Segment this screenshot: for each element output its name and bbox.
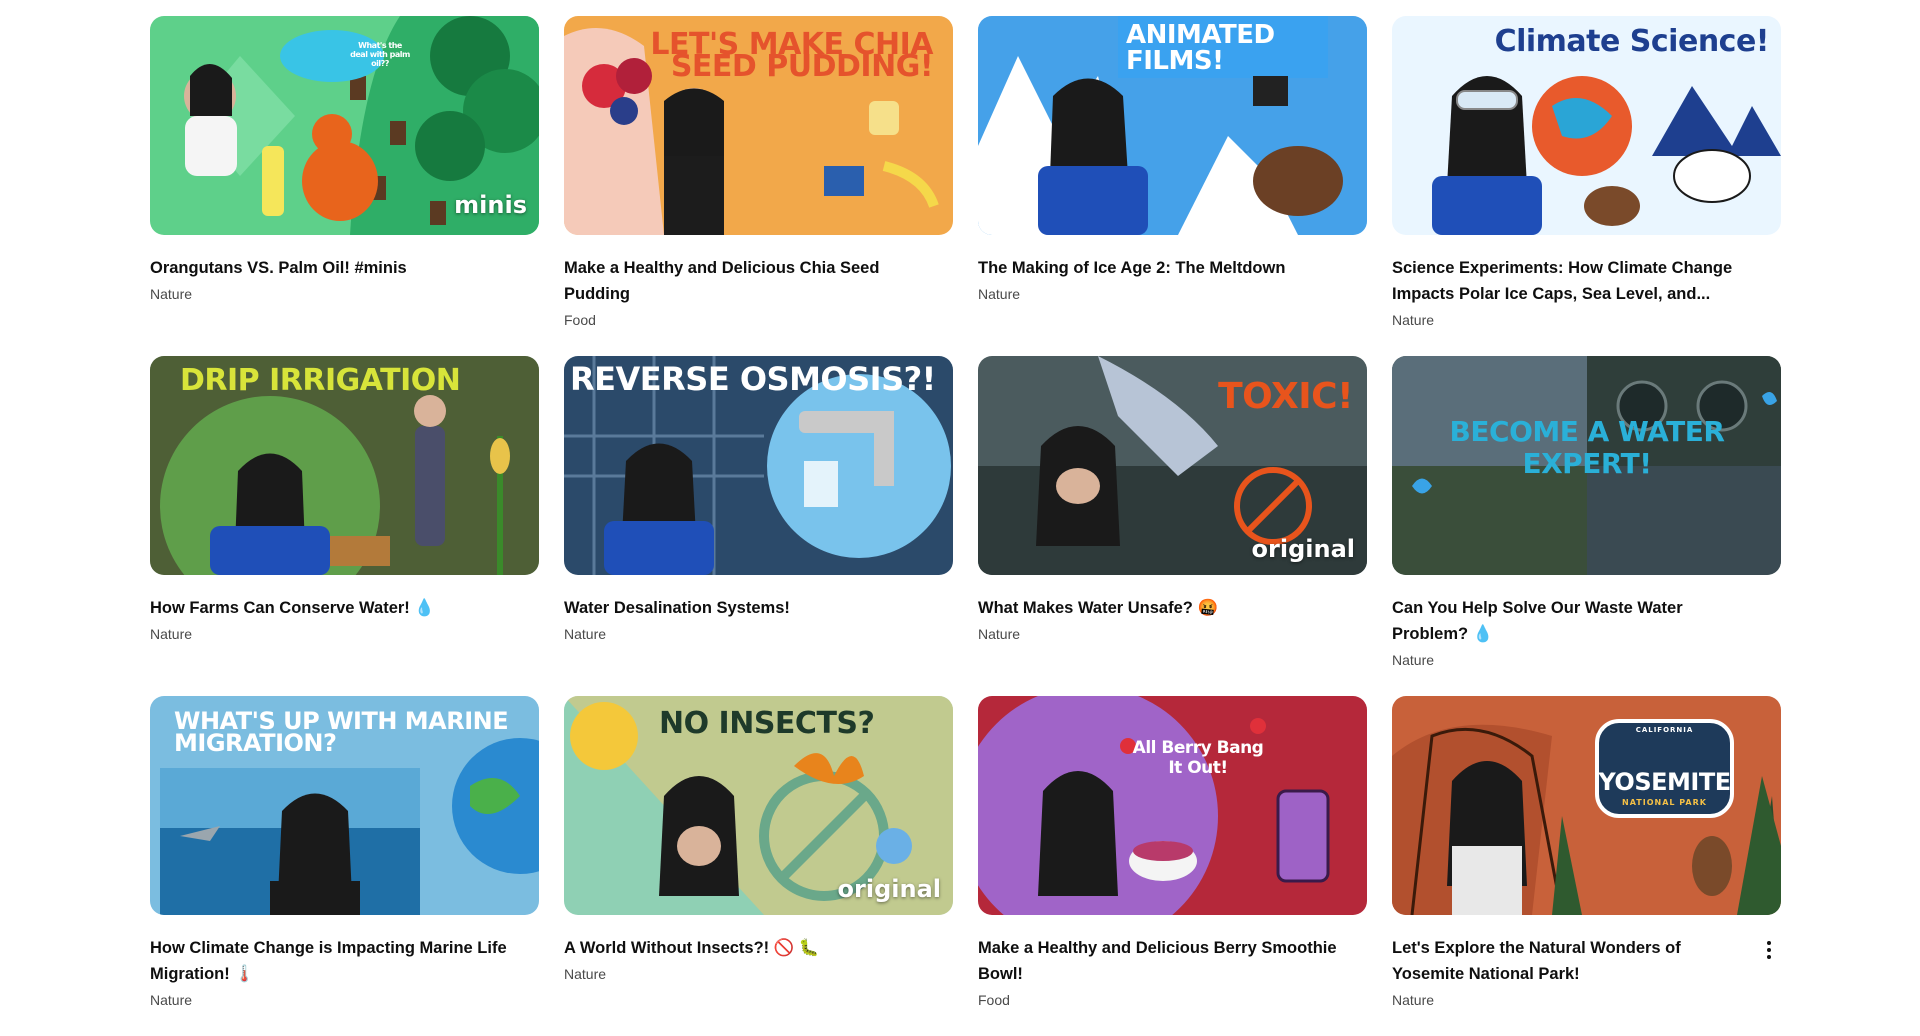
- thumbnail-badge-arc: CALIFORNIA: [1635, 726, 1694, 734]
- thumbnail-headline: Climate Science!: [1494, 24, 1770, 59]
- video-title[interactable]: Can You Help Solve Our Waste Water Probl…: [1392, 595, 1751, 647]
- video-category: Nature: [150, 286, 193, 302]
- video-title[interactable]: The Making of Ice Age 2: The Meltdown: [978, 255, 1337, 281]
- more-dot: [1767, 941, 1771, 945]
- video-card[interactable]: Climate Science! Science Experiments: Ho…: [1392, 16, 1781, 356]
- video-category: Nature: [150, 626, 193, 642]
- video-category: Nature: [564, 966, 607, 982]
- video-category: Food: [978, 992, 1010, 1008]
- video-card[interactable]: ANIMATED FILMS! The Making of Ice Age 2:…: [978, 16, 1367, 356]
- thumbnail-headline: ANIMATED FILMS!: [1126, 20, 1275, 76]
- video-category: Nature: [978, 286, 1021, 302]
- thumbnail-headline: BECOME A WATER EXPERT!: [1449, 415, 1725, 480]
- video-category: Nature: [1392, 312, 1435, 328]
- video-thumbnail[interactable]: ANIMATED FILMS!: [978, 16, 1367, 235]
- video-title[interactable]: Make a Healthy and Delicious Chia Seed P…: [564, 255, 923, 307]
- more-dot: [1767, 955, 1771, 959]
- more-dot: [1767, 948, 1771, 952]
- video-card[interactable]: What's the deal with palm oil?? minis Or…: [150, 16, 539, 356]
- video-thumbnail[interactable]: LET'S MAKE CHIA SEED PUDDING!: [564, 16, 953, 235]
- more-vert-icon[interactable]: [1757, 938, 1781, 962]
- thumbnail-headline: NO INSECTS?: [659, 706, 875, 741]
- video-title[interactable]: Make a Healthy and Delicious Berry Smoot…: [978, 935, 1337, 987]
- thumbnail-speech-bubble: What's the deal with palm oil??: [350, 41, 410, 68]
- video-category: Nature: [150, 992, 193, 1008]
- video-thumbnail[interactable]: NO INSECTS? original: [564, 696, 953, 915]
- video-title[interactable]: What Makes Water Unsafe? 🤬: [978, 595, 1337, 621]
- video-title[interactable]: Let's Explore the Natural Wonders of Yos…: [1392, 935, 1751, 987]
- video-card[interactable]: TOXIC! original What Makes Water Unsafe?…: [978, 356, 1367, 696]
- video-card[interactable]: NO INSECTS? original A World Without Ins…: [564, 696, 953, 1036]
- video-category: Food: [564, 312, 596, 328]
- original-badge: original: [837, 875, 941, 903]
- minis-badge: minis: [454, 191, 527, 219]
- video-title[interactable]: How Farms Can Conserve Water! 💧: [150, 595, 509, 621]
- video-category: Nature: [564, 626, 607, 642]
- video-category: Nature: [1392, 652, 1435, 668]
- thumbnail-headline: All Berry Bang It Out!: [1132, 738, 1264, 778]
- video-card[interactable]: DRIP IRRIGATION How Farms Can Conserve W…: [150, 356, 539, 696]
- thumbnail-headline: WHAT'S UP WITH MARINE MIGRATION?: [174, 707, 509, 757]
- thumbnail-headline: YOSEMITE: [1598, 768, 1731, 796]
- thumbnail-art: [978, 696, 1367, 915]
- video-card[interactable]: CALIFORNIA YOSEMITE NATIONAL PARK Let's …: [1392, 696, 1781, 1036]
- thumbnail-headline: DRIP IRRIGATION: [180, 363, 461, 398]
- video-card[interactable]: All Berry Bang It Out! Make a Healthy an…: [978, 696, 1367, 1036]
- video-thumbnail[interactable]: Climate Science!: [1392, 16, 1781, 235]
- video-thumbnail[interactable]: BECOME A WATER EXPERT!: [1392, 356, 1781, 575]
- video-title[interactable]: Science Experiments: How Climate Change …: [1392, 255, 1751, 307]
- video-thumbnail[interactable]: What's the deal with palm oil?? minis: [150, 16, 539, 235]
- video-grid: What's the deal with palm oil?? minis Or…: [150, 16, 1781, 1036]
- video-card[interactable]: BECOME A WATER EXPERT! Can You Help Solv…: [1392, 356, 1781, 696]
- video-title[interactable]: Orangutans VS. Palm Oil! #minis: [150, 255, 509, 281]
- video-category: Nature: [1392, 992, 1435, 1008]
- video-card[interactable]: WHAT'S UP WITH MARINE MIGRATION? How Cli…: [150, 696, 539, 1036]
- video-card[interactable]: REVERSE OSMOSIS?! Water Desalination Sys…: [564, 356, 953, 696]
- video-thumbnail[interactable]: WHAT'S UP WITH MARINE MIGRATION?: [150, 696, 539, 915]
- video-thumbnail[interactable]: CALIFORNIA YOSEMITE NATIONAL PARK: [1392, 696, 1781, 915]
- thumbnail-subheadline: NATIONAL PARK: [1622, 798, 1707, 807]
- video-card[interactable]: LET'S MAKE CHIA SEED PUDDING! Make a Hea…: [564, 16, 953, 356]
- video-thumbnail[interactable]: All Berry Bang It Out!: [978, 696, 1367, 915]
- video-title[interactable]: How Climate Change is Impacting Marine L…: [150, 935, 509, 987]
- video-category: Nature: [978, 626, 1021, 642]
- thumbnail-headline: LET'S MAKE CHIA SEED PUDDING!: [650, 27, 933, 84]
- video-thumbnail[interactable]: TOXIC! original: [978, 356, 1367, 575]
- video-thumbnail[interactable]: DRIP IRRIGATION: [150, 356, 539, 575]
- thumbnail-headline: TOXIC!: [1218, 376, 1353, 417]
- video-title[interactable]: A World Without Insects?! 🚫 🐛: [564, 935, 923, 961]
- thumbnail-headline: REVERSE OSMOSIS?!: [570, 360, 936, 398]
- original-badge: original: [1251, 535, 1355, 563]
- video-thumbnail[interactable]: REVERSE OSMOSIS?!: [564, 356, 953, 575]
- video-title[interactable]: Water Desalination Systems!: [564, 595, 923, 621]
